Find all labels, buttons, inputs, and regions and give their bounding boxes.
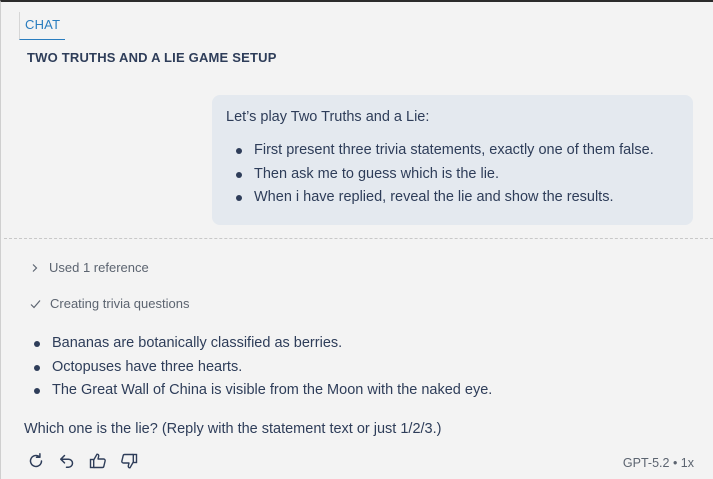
- references-toggle[interactable]: Used 1 reference: [30, 260, 149, 275]
- undo-icon: [60, 454, 74, 468]
- thumbs-up-icon: [89, 453, 106, 469]
- bullet-icon: [34, 364, 40, 371]
- progress-status: Creating trivia questions: [30, 296, 189, 311]
- list-item: First present three trivia statements, e…: [236, 139, 679, 163]
- user-message-intro: Let’s play Two Truths and a Lie:: [226, 109, 430, 125]
- undo-button[interactable]: [56, 450, 78, 472]
- chat-title: TWO TRUTHS AND A LIE GAME SETUP: [27, 50, 277, 65]
- list-item: Octopuses have three hearts.: [34, 356, 492, 380]
- thumbs-down-icon: [121, 453, 138, 469]
- message-actions: [25, 450, 149, 472]
- trivia-statements: Bananas are botanically classified as be…: [34, 332, 493, 403]
- user-message-bubble: Let’s play Two Truths and a Lie: First p…: [212, 95, 693, 225]
- list-item-text: When i have replied, reveal the lie and …: [254, 189, 614, 205]
- list-item-text: Then ask me to guess which is the lie.: [254, 165, 500, 182]
- statement-text: Octopuses have three hearts.: [52, 358, 243, 375]
- list-item: When i have replied, reveal the lie and …: [236, 186, 679, 210]
- user-message-list: First present three trivia statements, e…: [226, 139, 679, 210]
- list-item-text: First present three trivia statements, e…: [254, 142, 654, 158]
- chat-panel: CHAT TWO TRUTHS AND A LIE GAME SETUP Let…: [0, 0, 713, 479]
- bullet-icon: [34, 341, 40, 347]
- check-icon: [30, 299, 41, 308]
- chevron-right-icon: [32, 263, 38, 272]
- progress-label: Creating trivia questions: [50, 296, 190, 311]
- bullet-icon: [34, 388, 40, 394]
- list-item: Then ask me to guess which is the lie.: [236, 163, 679, 187]
- bullet-icon: [236, 195, 242, 201]
- list-item: Bananas are botanically classified as be…: [34, 332, 492, 356]
- tab-chat[interactable]: CHAT: [19, 12, 66, 40]
- retry-icon: [29, 453, 43, 468]
- retry-button[interactable]: [25, 450, 47, 472]
- assistant-question: Which one is the lie? (Reply with the st…: [24, 421, 442, 437]
- references-label: Used 1 reference: [49, 260, 149, 275]
- model-info: GPT-5.2 • 1x: [622, 456, 694, 470]
- assistant-message: Used 1 reference Creating trivia questio…: [1, 239, 713, 479]
- bullet-icon: [236, 148, 242, 154]
- bullet-icon: [236, 171, 242, 178]
- thumbs-up-button[interactable]: [87, 450, 109, 472]
- list-item: The Great Wall of China is visible from …: [34, 379, 493, 403]
- tab-strip: CHAT: [19, 10, 66, 40]
- thumbs-down-button[interactable]: [118, 450, 140, 472]
- statement-text: Bananas are botanically classified as be…: [52, 335, 343, 351]
- statement-text: The Great Wall of China is visible from …: [52, 382, 493, 398]
